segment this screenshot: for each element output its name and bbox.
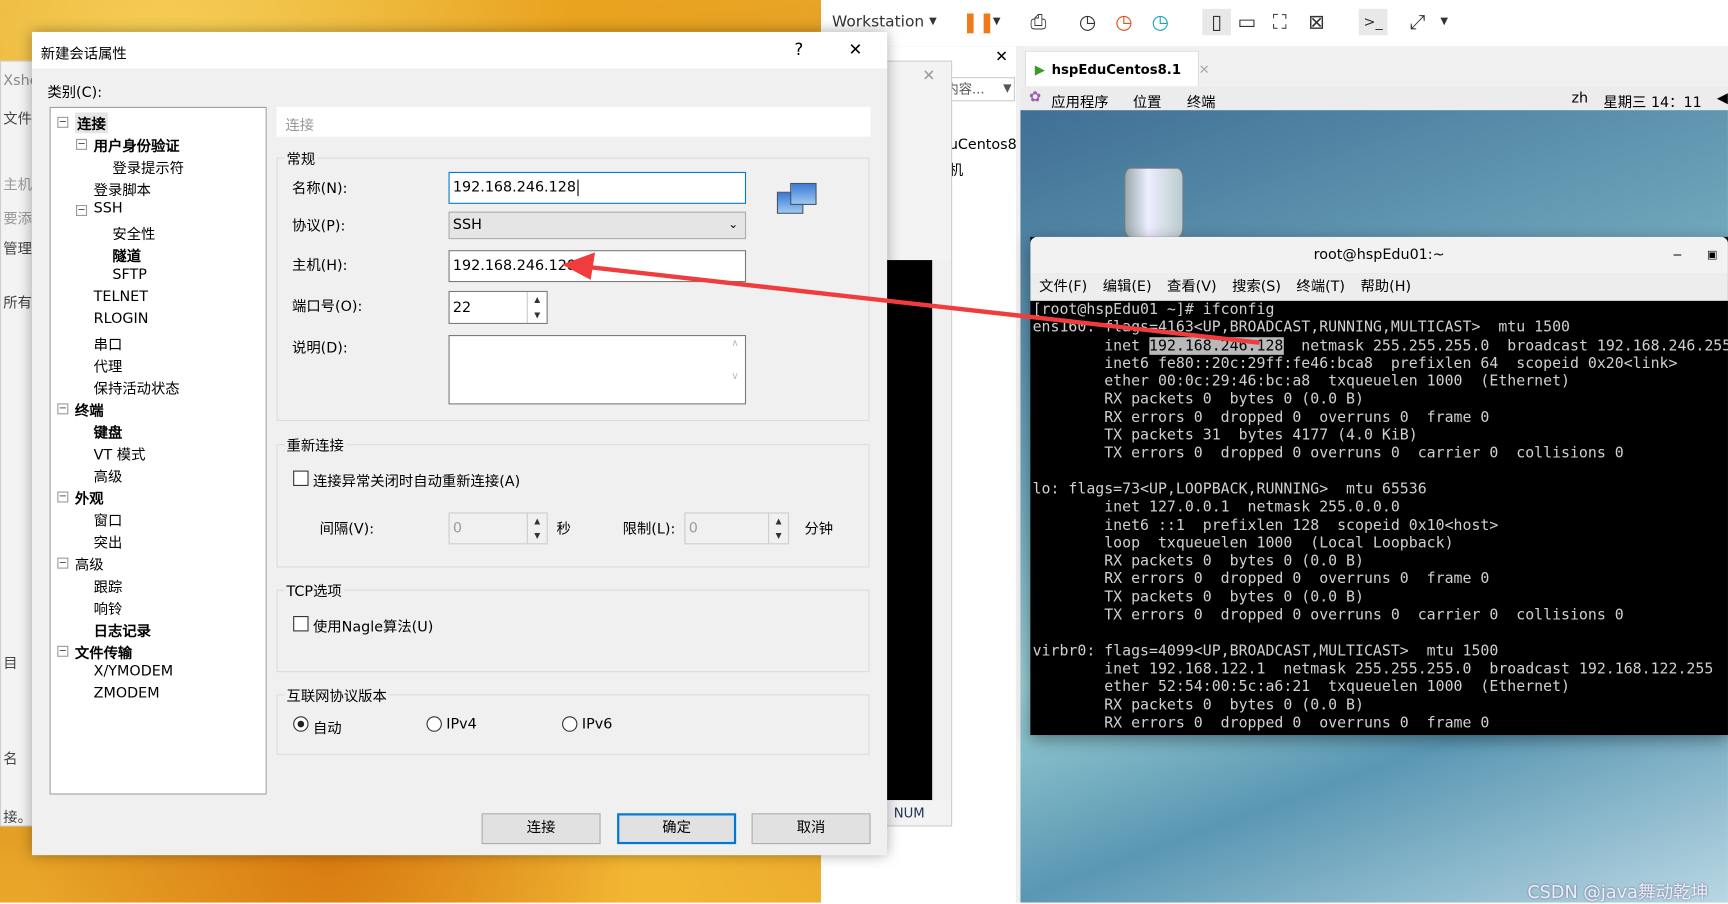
arrow-line bbox=[574, 263, 1260, 345]
annotation-arrow bbox=[562, 252, 1260, 345]
arrow-head bbox=[562, 252, 596, 280]
